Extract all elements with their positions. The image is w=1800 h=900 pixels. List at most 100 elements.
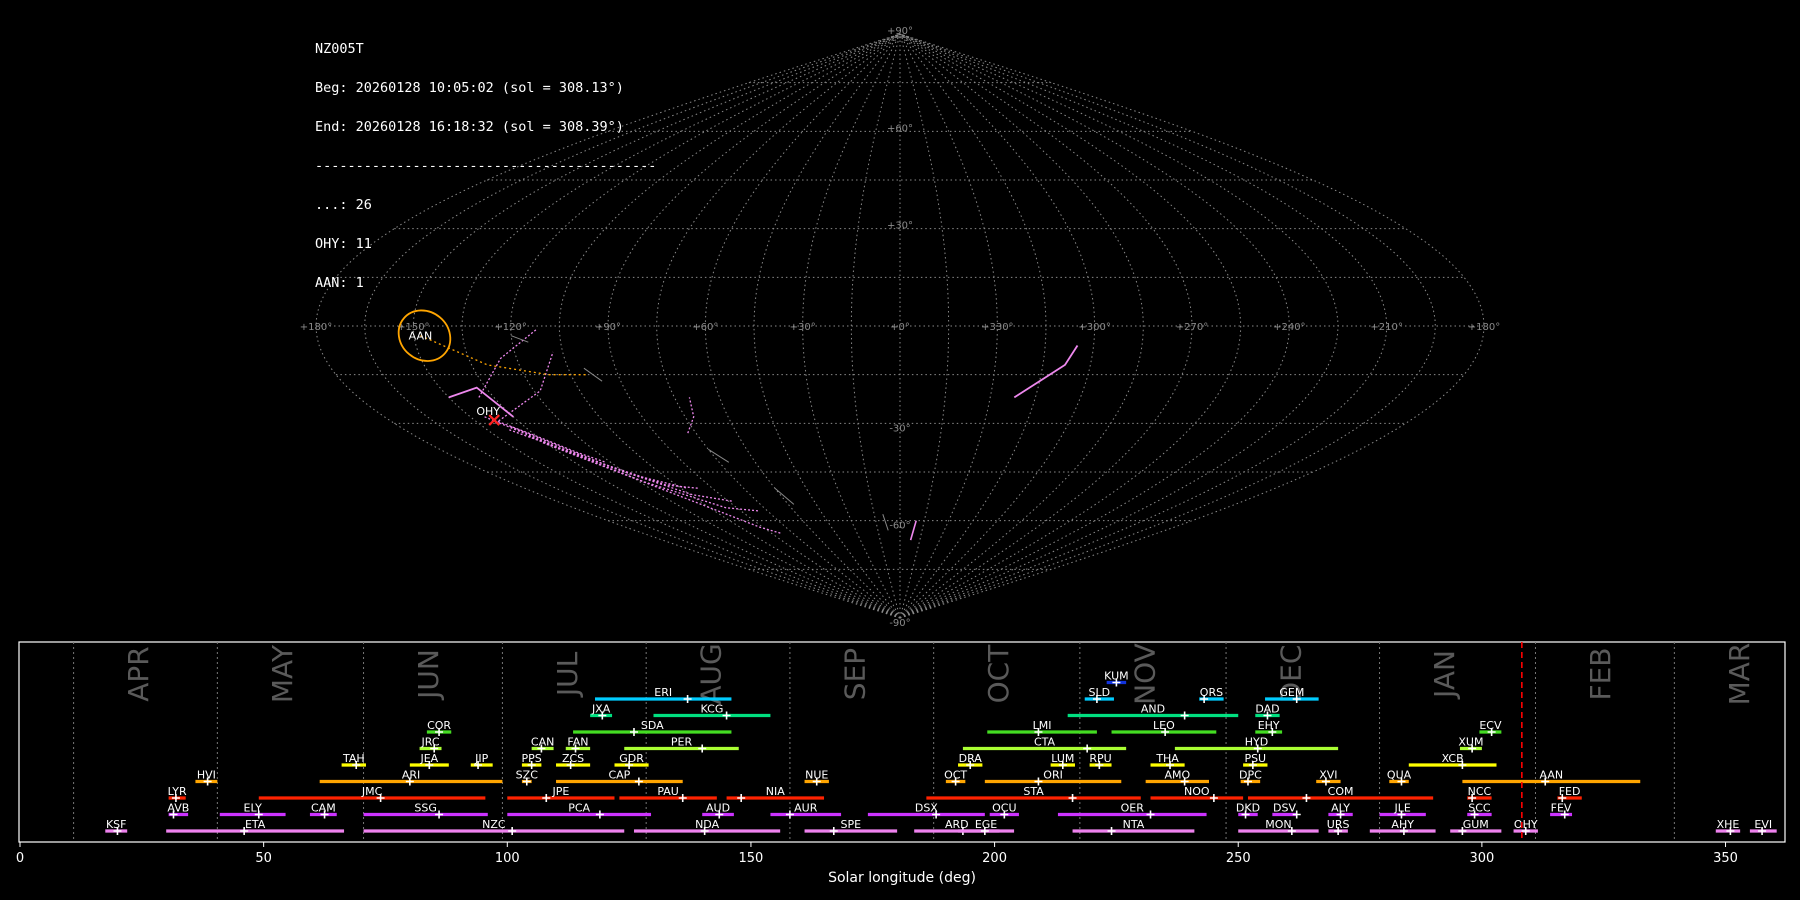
shower-peak-marker [508,827,517,835]
shower-label: DPC [1239,769,1262,782]
shower-label: NUE [805,769,828,782]
shower-label: XUM [1458,736,1483,749]
month-label: MAY [266,644,299,703]
count-aan: AAN: 1 [315,275,364,291]
longitude-label: +120° [494,322,526,333]
latitude-label: +60° [887,123,913,134]
meteor-trails [420,328,1079,541]
month-label: FEB [1584,647,1617,700]
month-label: SEP [838,648,871,700]
shower-label: ZCS [562,752,584,765]
shower-label: ECV [1479,719,1502,732]
x-tick-label: 100 [495,851,520,866]
shower-label: FED [1559,785,1581,798]
shower-label: NTA [1123,818,1145,831]
longitude-label: +240° [1273,322,1305,333]
shower-label: FAN [567,736,588,749]
shower-label: CAN [531,736,554,749]
shower-label: XCB [1442,752,1464,765]
shower-label: GEM [1279,686,1304,699]
shower-label: PAU [657,785,679,798]
x-axis: 0 50 100 150 200 250 300 350 [16,842,1738,866]
meteor-trail [478,328,538,398]
sporadic-trail [708,448,730,463]
station-id: NZ005T [315,41,364,57]
meteor-trail [1013,345,1079,399]
shower-label: AHY [1391,818,1414,831]
shower-peak-marker [698,744,707,753]
shower-label: THA [1155,752,1179,765]
shower-label: HYD [1245,736,1268,749]
shower-label: JRC [421,736,440,749]
shower-label: JLE [1394,802,1411,815]
shower-label: AUR [794,802,818,815]
shower-timeline-chart: APR MAY JUN JUL AUG SEP OCT NOV DEC JAN FEB MAR KSF… [16,641,1786,886]
meteor-trail [909,520,917,541]
shower-label: LEO [1153,719,1175,732]
latitude-label: -90° [889,618,910,629]
x-tick-label: 250 [1226,851,1251,866]
x-tick-label: 150 [739,851,764,866]
shower-label: COM [1328,785,1354,798]
shower-peak-marker [1180,711,1189,720]
month-label: AUG [695,643,728,704]
month-label: JAN [1428,650,1461,700]
meteor-trail [495,351,554,424]
sporadic-trail [774,487,795,505]
begin-time: Beg: 20260128 10:05:02 (sol = 308.13°) [315,80,624,96]
longitude-label: +30° [790,322,816,333]
longitude-label: +210° [1370,322,1402,333]
x-tick-label: 50 [255,851,272,866]
shower-label: ORI [1043,769,1063,782]
shower-label: EVI [1754,818,1772,831]
shower-label: ARI [402,769,420,782]
shower-peak-marker [542,794,551,802]
shower-label: SPE [841,818,862,831]
shower-label: ALY [1331,802,1350,815]
shower-label: URS [1327,818,1350,831]
shower-label: JPE [551,785,569,798]
shower-peak-marker [595,810,604,819]
shower-label: AUD [706,802,730,815]
longitude-label: +90° [595,322,621,333]
sporadic-trail [583,367,603,382]
radiant-label: AAN [409,330,433,343]
month-label: APR [122,646,155,702]
shower-label: PSU [1244,752,1266,765]
x-tick-label: 300 [1469,851,1494,866]
latitude-label: +90° [887,26,913,37]
shower-label: SLD [1089,686,1111,699]
shower-peak-marker [737,794,746,802]
shower-label: JXA [591,703,611,716]
shower-label: NDA [695,818,720,831]
shower-label: SSG [414,802,437,815]
shower-peak-marker [1209,794,1218,802]
shower-label: AAN [1540,769,1564,782]
shower-label: GUM [1463,818,1489,831]
longitude-label: +270° [1176,322,1208,333]
count-ohy: OHY: 11 [315,236,372,252]
sporadic-trail [511,335,529,343]
shower-label: PCA [568,802,590,815]
sporadic-trail [882,514,889,531]
shower-label: DAD [1255,703,1279,716]
ohy-meteor-trail [484,416,688,489]
longitude-label: +330° [981,322,1013,333]
radiant-markers: AAN OHY [397,309,500,426]
latitude-label: +30° [887,221,913,232]
shower-peak-marker [683,695,692,703]
shower-label: KCG [701,703,724,716]
shower-label: QUA [1387,769,1412,782]
shower-peak-marker [1107,827,1116,835]
shower-label: JIP [474,752,488,765]
shower-label: AMO [1164,769,1190,782]
shower-peak-marker [634,777,643,786]
shower-peak-marker [629,728,638,736]
month-label: OCT [982,644,1015,704]
shower-label: LMI [1033,719,1052,732]
x-tick-label: 200 [982,851,1007,866]
shower-label: LUM [1051,752,1074,765]
shower-label: OCU [992,802,1016,815]
shower-label: OHY [1514,818,1538,831]
shower-label: ELY [244,802,263,815]
